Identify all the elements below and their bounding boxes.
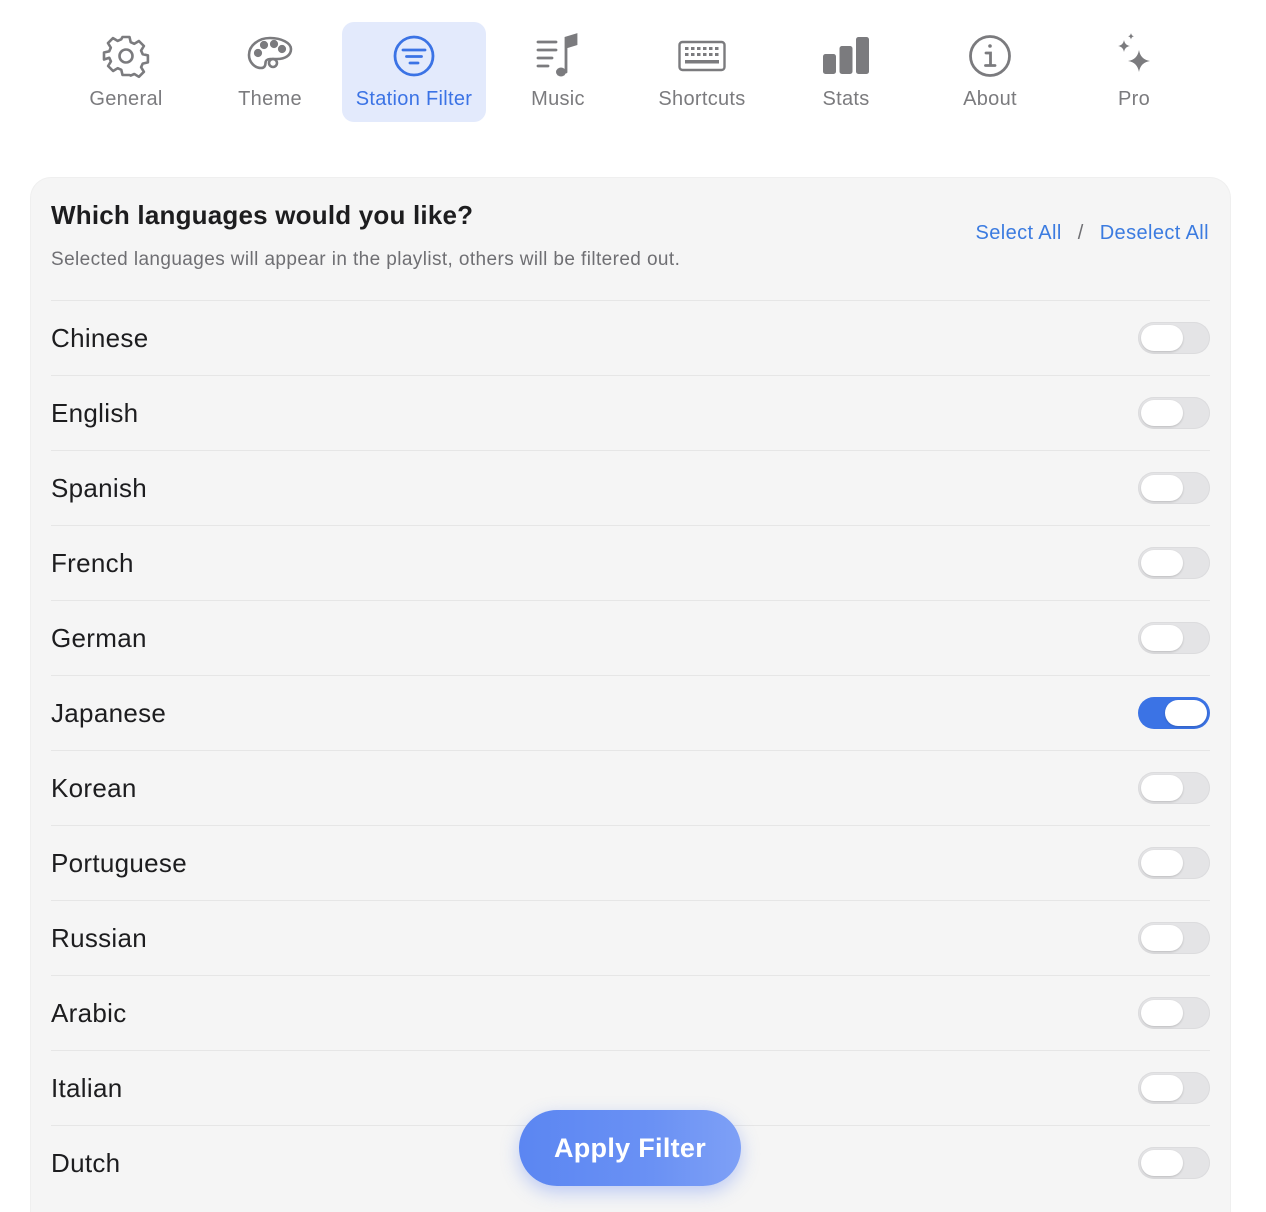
toggle-knob	[1141, 625, 1183, 651]
tab-label: Shortcuts	[658, 88, 746, 110]
toggle-knob	[1141, 475, 1183, 501]
toggle-knob	[1141, 1000, 1183, 1026]
language-row: Chinese	[51, 300, 1210, 375]
language-name: Spanish	[51, 472, 148, 503]
language-toggle[interactable]	[1138, 622, 1210, 654]
tab-label: About	[963, 88, 1017, 110]
language-name: Japanese	[51, 697, 167, 728]
tab-label: Stats	[822, 88, 870, 110]
language-name: Korean	[51, 772, 137, 803]
toggle-knob	[1141, 325, 1183, 351]
language-toggle[interactable]	[1138, 847, 1210, 879]
toggle-knob	[1141, 1075, 1183, 1101]
tab-label: Music	[531, 88, 585, 110]
select-all-link[interactable]: Select All	[975, 222, 1061, 245]
tab-shortcuts[interactable]: Shortcuts	[630, 22, 774, 122]
language-list: Chinese English Spanish French German Ja…	[51, 300, 1210, 1200]
filter-icon	[386, 30, 442, 82]
tab-label: Pro	[1117, 88, 1151, 110]
toggle-knob	[1165, 700, 1207, 726]
language-toggle[interactable]	[1138, 697, 1210, 729]
info-icon	[962, 30, 1018, 82]
tab-about[interactable]: About	[918, 22, 1062, 122]
panel-header: Which languages would you like? Selected…	[51, 200, 1210, 300]
language-row: Spanish	[51, 450, 1210, 525]
language-row: German	[51, 600, 1210, 675]
tab-label: Station Filter	[355, 88, 473, 110]
tab-label: General	[89, 88, 163, 110]
language-name: Italian	[51, 1072, 123, 1103]
language-toggle[interactable]	[1138, 322, 1210, 354]
language-toggle[interactable]	[1138, 1072, 1210, 1104]
tab-station-filter[interactable]: Station Filter	[342, 22, 486, 122]
toggle-knob	[1141, 850, 1183, 876]
language-name: Russian	[51, 922, 148, 953]
toggle-knob	[1141, 775, 1183, 801]
language-toggle[interactable]	[1138, 772, 1210, 804]
tab-general[interactable]: General	[54, 22, 198, 122]
tab-label: Theme	[238, 88, 302, 110]
language-name: French	[51, 547, 134, 578]
tab-pro[interactable]: Pro	[1062, 22, 1206, 122]
language-toggle[interactable]	[1138, 1147, 1210, 1179]
language-name: German	[51, 622, 147, 653]
deselect-all-link[interactable]: Deselect All	[1100, 222, 1209, 245]
language-row: Portuguese	[51, 825, 1210, 900]
language-toggle[interactable]	[1138, 472, 1210, 504]
language-row: English	[51, 375, 1210, 450]
language-row: Japanese	[51, 675, 1210, 750]
keyboard-icon	[674, 30, 730, 82]
toggle-knob	[1141, 1150, 1183, 1176]
toggle-knob	[1141, 400, 1183, 426]
language-row: Korean	[51, 750, 1210, 825]
bar-chart-icon	[818, 30, 874, 82]
language-toggle[interactable]	[1138, 397, 1210, 429]
language-name: Dutch	[51, 1147, 121, 1178]
language-row: French	[51, 525, 1210, 600]
bulk-actions: Select All / Deselect All	[975, 222, 1209, 245]
tab-music[interactable]: Music	[486, 22, 630, 122]
tab-stats[interactable]: Stats	[774, 22, 918, 122]
language-name: English	[51, 397, 139, 428]
language-toggle[interactable]	[1138, 922, 1210, 954]
apply-filter-button[interactable]: Apply Filter	[519, 1110, 741, 1186]
language-filter-panel: Which languages would you like? Selected…	[31, 178, 1230, 1212]
language-name: Chinese	[51, 322, 149, 353]
settings-toolbar: General Theme Station Filter Music Short…	[54, 22, 1206, 122]
section-subtitle: Selected languages will appear in the pl…	[51, 249, 681, 270]
toggle-knob	[1141, 925, 1183, 951]
language-row: Arabic	[51, 975, 1210, 1050]
language-name: Portuguese	[51, 847, 187, 878]
sparkles-icon	[1106, 30, 1162, 82]
language-toggle[interactable]	[1138, 997, 1210, 1029]
language-name: Arabic	[51, 997, 127, 1028]
language-row: Russian	[51, 900, 1210, 975]
gear-icon	[98, 30, 154, 82]
palette-icon	[242, 30, 298, 82]
settings-window: General Theme Station Filter Music Short…	[0, 0, 1266, 1212]
tab-theme[interactable]: Theme	[198, 22, 342, 122]
music-list-icon	[530, 30, 586, 82]
language-toggle[interactable]	[1138, 547, 1210, 579]
toggle-knob	[1141, 550, 1183, 576]
bulk-separator: /	[1077, 222, 1084, 244]
